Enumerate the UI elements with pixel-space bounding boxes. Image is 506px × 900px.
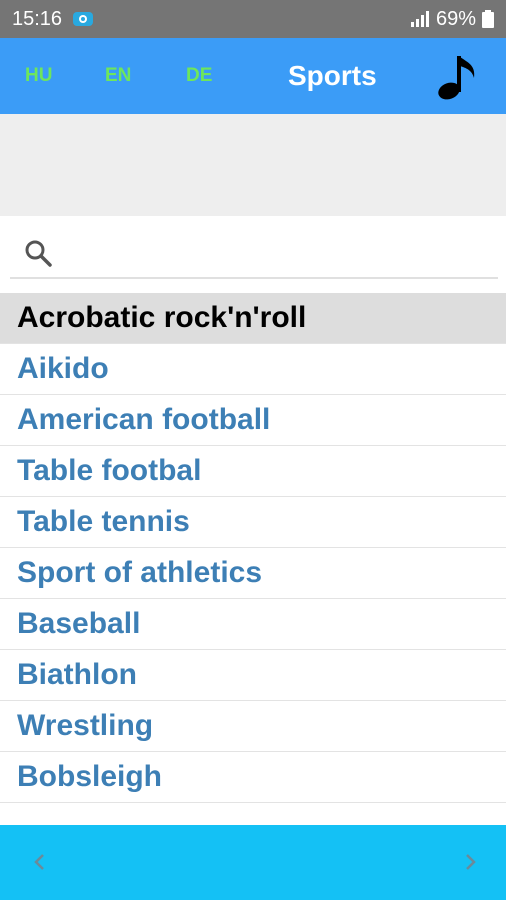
chevron-left-icon[interactable]	[28, 849, 52, 875]
list-item[interactable]: Bobsleigh	[0, 752, 506, 803]
battery-icon	[482, 10, 494, 28]
list-item[interactable]: Biathlon	[0, 650, 506, 701]
chevron-right-icon[interactable]	[458, 849, 482, 875]
signal-icon	[410, 11, 429, 27]
list-item[interactable]: American football	[0, 395, 506, 446]
status-bar: 15:16 69%	[0, 0, 506, 38]
list-item[interactable]: Wrestling	[0, 701, 506, 752]
battery-level: 69%	[435, 7, 476, 30]
language-de-button[interactable]: DE	[186, 65, 212, 87]
list-item[interactable]: Acrobatic rock'n'roll	[0, 293, 506, 344]
footer-nav	[0, 825, 506, 900]
sports-list: Acrobatic rock'n'roll Aikido American fo…	[0, 293, 506, 803]
list-item[interactable]: Baseball	[0, 599, 506, 650]
camera-icon	[73, 12, 94, 26]
search-icon	[25, 240, 52, 267]
list-item[interactable]: Table tennis	[0, 497, 506, 548]
app-header: HU EN DE Sports	[0, 38, 506, 114]
language-hu-button[interactable]: HU	[25, 65, 52, 87]
banner-area	[0, 114, 506, 216]
search-input[interactable]	[64, 235, 488, 271]
music-note-icon[interactable]	[436, 52, 480, 102]
page-title: Sports	[288, 60, 377, 91]
status-time: 15:16	[12, 7, 63, 30]
language-en-button[interactable]: EN	[105, 65, 131, 87]
list-item[interactable]: Aikido	[0, 344, 506, 395]
list-item[interactable]: Sport of athletics	[0, 548, 506, 599]
list-item[interactable]: Table footbal	[0, 446, 506, 497]
search-bar	[10, 229, 498, 279]
